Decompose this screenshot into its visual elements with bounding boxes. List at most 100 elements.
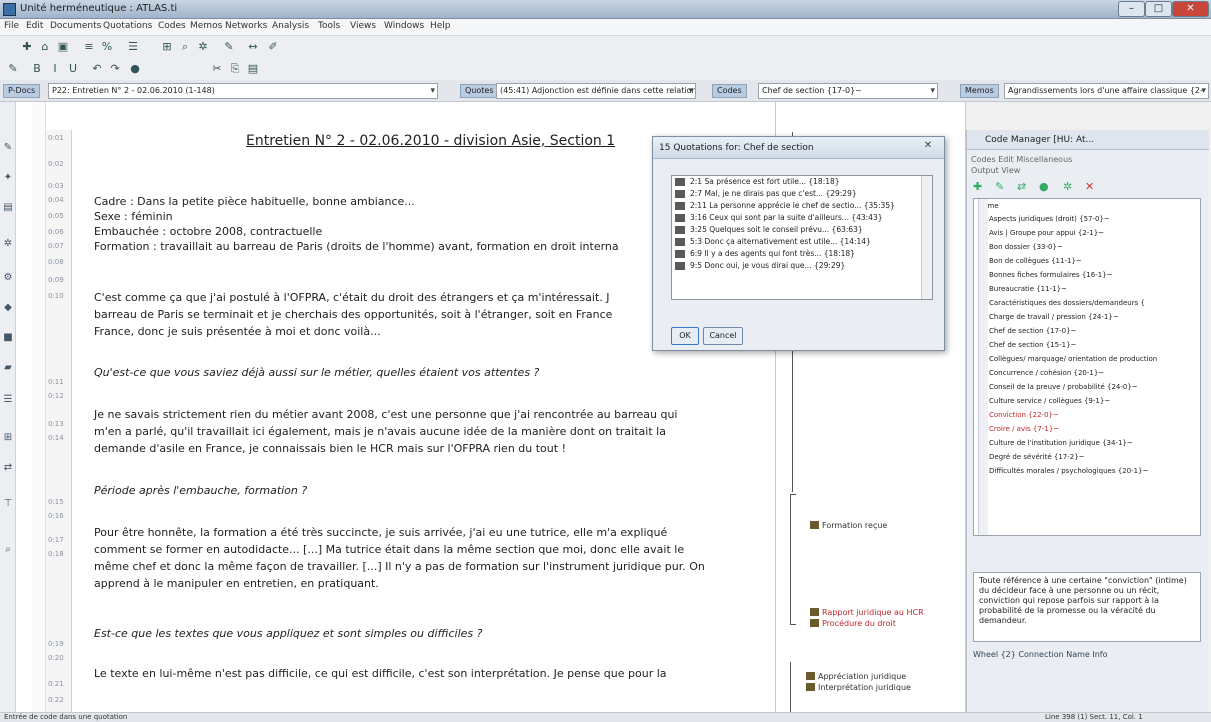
- code-item[interactable]: Caractéristiques des dossiers/demandeurs…: [978, 299, 1145, 307]
- memo-icon[interactable]: ▤: [2, 202, 14, 214]
- stop-icon[interactable]: ■: [2, 332, 14, 344]
- menu-networks[interactable]: Networks: [225, 21, 267, 31]
- network-icon[interactable]: ✲: [196, 40, 210, 54]
- maximize-button[interactable]: □: [1145, 1, 1172, 17]
- code-item[interactable]: Culture service / collègues {9-1}~: [978, 397, 1110, 405]
- add-doc-icon[interactable]: ≡: [82, 40, 96, 54]
- p-docs-select[interactable]: P22: Entretien N° 2 - 02.06.2010 (1-148): [48, 83, 438, 99]
- pen-icon[interactable]: ✎: [222, 40, 236, 54]
- code-item[interactable]: Concurrence / cohésion {20-1}~: [978, 369, 1104, 377]
- code-item[interactable]: Bureaucratie {11-1}~: [978, 285, 1067, 293]
- code-icon[interactable]: ✦: [2, 172, 14, 184]
- menu-memos[interactable]: Memos: [190, 21, 222, 31]
- code-item[interactable]: Conviction {22-0}~: [978, 411, 1059, 419]
- menu-windows[interactable]: Windows: [384, 21, 424, 31]
- color-icon[interactable]: ●: [128, 62, 142, 76]
- italic-icon[interactable]: I: [48, 62, 62, 76]
- copy-icon[interactable]: ⎘: [228, 62, 242, 76]
- menu-analysis[interactable]: Analysis: [272, 21, 309, 31]
- zoom-icon[interactable]: ⌕: [2, 544, 14, 556]
- code-list-scrollbar[interactable]: [978, 199, 988, 535]
- quotes-button[interactable]: Quotes: [460, 84, 499, 98]
- code-item[interactable]: Aspects juridiques (droit) {57-0}~: [978, 215, 1110, 223]
- menu-codes[interactable]: Codes: [158, 21, 186, 31]
- code-item[interactable]: Avis | Groupe pour appui {2-1}~: [978, 229, 1104, 237]
- search-icon[interactable]: ⌕: [178, 40, 192, 54]
- cut-icon[interactable]: ✂: [210, 62, 224, 76]
- close-button[interactable]: ✕: [1172, 1, 1209, 17]
- menu-quotations[interactable]: Quotations: [103, 21, 152, 31]
- edit-icon[interactable]: ✎: [6, 62, 20, 76]
- underline-icon[interactable]: U: [66, 62, 80, 76]
- code-item[interactable]: Collègues/ marquage/ orientation de prod…: [978, 355, 1157, 363]
- margin-code[interactable]: Formation reçue: [810, 521, 887, 530]
- settings-icon[interactable]: ⚙: [2, 272, 14, 284]
- menu-edit[interactable]: Edit: [26, 21, 43, 31]
- menu-help[interactable]: Help: [430, 21, 451, 31]
- memos-button[interactable]: Memos: [960, 84, 999, 98]
- margin-code[interactable]: Appréciation juridique: [806, 672, 906, 681]
- quote-icon[interactable]: ✎: [2, 142, 14, 154]
- list-icon[interactable]: ☰: [126, 40, 140, 54]
- code-item[interactable]: Chef de section {15-1}~: [978, 341, 1076, 349]
- network-icon[interactable]: ✲: [2, 238, 14, 250]
- tree-icon[interactable]: ⊤: [2, 498, 14, 510]
- quotes-select[interactable]: (45:41) Adjonction est définie dans cett…: [496, 83, 696, 99]
- cancel-button[interactable]: Cancel: [703, 327, 743, 345]
- network-icon[interactable]: ✲: [1063, 180, 1072, 193]
- margin-code[interactable]: Procédure du droit: [810, 619, 896, 628]
- ok-button[interactable]: OK: [671, 327, 699, 345]
- link-icon[interactable]: ⇄: [1017, 180, 1026, 193]
- code-item[interactable]: Charge de travail / pression {24-1}~: [978, 313, 1119, 321]
- percent-icon[interactable]: %: [100, 40, 114, 54]
- filter-icon[interactable]: ◆: [2, 302, 14, 314]
- code-item[interactable]: Chef de section {17-0}~: [978, 327, 1076, 335]
- code-item[interactable]: Croire / avis {7-1}~: [978, 425, 1059, 433]
- code-item[interactable]: Bonnes fiches formulaires {16-1}~: [978, 271, 1113, 279]
- margin-code[interactable]: Interprétation juridique: [806, 683, 911, 692]
- quotation-item[interactable]: 2:11 La personne apprécie le chef de sec…: [672, 200, 932, 212]
- arrow-icon[interactable]: ⇄: [2, 462, 14, 474]
- margin-code[interactable]: Rapport juridique au HCR: [810, 608, 924, 617]
- quotation-item[interactable]: 3:25 Quelques soit le conseil prévu... {…: [672, 224, 932, 236]
- quotation-item[interactable]: 9:5 Donc oui, je vous dirai que... {29:2…: [672, 260, 932, 272]
- dialog-close-icon[interactable]: ✕: [920, 140, 936, 154]
- code-manager-menu[interactable]: Codes Edit Miscellaneous Output View: [971, 154, 1101, 176]
- p-docs-button[interactable]: P-Docs: [3, 84, 41, 98]
- code-comment[interactable]: Toute référence à une certaine "convicti…: [973, 572, 1201, 642]
- quotation-item[interactable]: 2:7 Mal, je ne dirais pas que c'est... {…: [672, 188, 932, 200]
- codes-select[interactable]: Chef de section {17-0}~: [758, 83, 938, 99]
- code-item[interactable]: Bon dossier {33-0}~: [978, 243, 1063, 251]
- open-icon[interactable]: ⌂: [38, 40, 52, 54]
- menu-documents[interactable]: Documents: [50, 21, 101, 31]
- code-item[interactable]: Conseil de la preuve / probabilité {24-0…: [978, 383, 1138, 391]
- new-code-icon[interactable]: ✚: [973, 180, 982, 193]
- codes-button[interactable]: Codes: [712, 84, 747, 98]
- list-icon[interactable]: ☰: [2, 394, 14, 406]
- quotation-item[interactable]: 2:1 Sa présence est fort utile... {18:18…: [672, 176, 932, 188]
- rename-icon[interactable]: ✎: [995, 180, 1004, 193]
- filter-icon[interactable]: ⊞: [160, 40, 174, 54]
- tool-icon[interactable]: ✐: [266, 40, 280, 54]
- code-item[interactable]: Difficultés morales / psychologiques {20…: [978, 467, 1148, 475]
- color-icon[interactable]: ●: [1039, 180, 1049, 193]
- code-item[interactable]: Bon de collègues {11-1}~: [978, 257, 1082, 265]
- quotation-item[interactable]: 6:9 Il y a des agents qui font très... {…: [672, 248, 932, 260]
- new-icon[interactable]: ✚: [20, 40, 34, 54]
- quotation-list-scrollbar[interactable]: [921, 176, 932, 299]
- undo-icon[interactable]: ↶: [90, 62, 104, 76]
- paste-icon[interactable]: ▤: [246, 62, 260, 76]
- save-icon[interactable]: ▣: [56, 40, 70, 54]
- quotation-item[interactable]: 3:16 Ceux qui sont par la suite d'ailleu…: [672, 212, 932, 224]
- minimize-button[interactable]: –: [1118, 1, 1145, 17]
- menu-file[interactable]: File: [4, 21, 19, 31]
- redo-icon[interactable]: ↷: [108, 62, 122, 76]
- menu-tools[interactable]: Tools: [318, 21, 340, 31]
- bold-icon[interactable]: B: [30, 62, 44, 76]
- code-item[interactable]: Degré de sévérité {17-2}~: [978, 453, 1085, 461]
- split-icon[interactable]: ⊞: [2, 432, 14, 444]
- delete-icon[interactable]: ✕: [1085, 180, 1094, 193]
- menu-views[interactable]: Views: [350, 21, 376, 31]
- memos-select[interactable]: Agrandissements lors d'une affaire class…: [1004, 83, 1209, 99]
- code-item[interactable]: Culture de l'institution juridique {34-1…: [978, 439, 1133, 447]
